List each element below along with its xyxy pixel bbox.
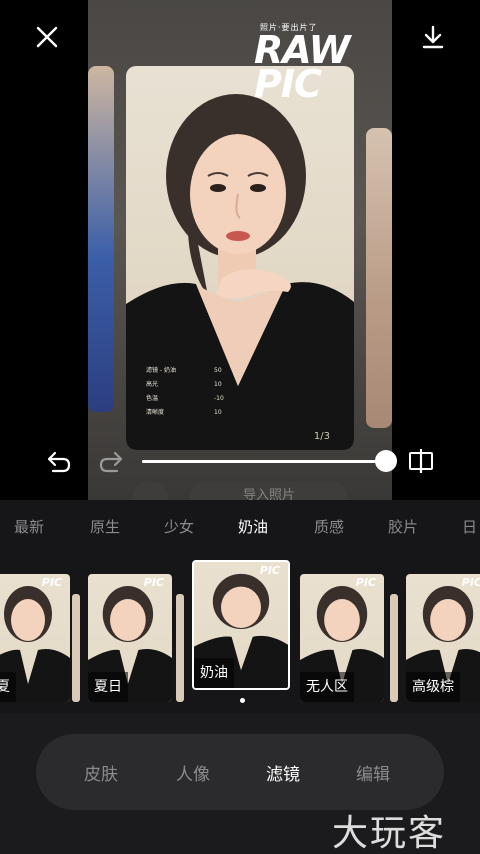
thumb-divider bbox=[72, 594, 80, 702]
filter-label: 高级棕 bbox=[406, 672, 460, 702]
next-photo-card[interactable] bbox=[366, 128, 392, 428]
undo-icon bbox=[47, 451, 71, 473]
filter-thumbnail-strip: PIC 夏 PIC 夏日 PIC 奶油 PIC 无人区 PIC 高级棕 bbox=[0, 554, 480, 714]
tab-latest[interactable]: 最新 bbox=[14, 516, 44, 537]
close-button[interactable] bbox=[32, 22, 62, 52]
photo-preview: 滤镜 - 奶油 50 高光 10 色温 -10 清晰度 10 1/3 照片·要出… bbox=[0, 0, 480, 500]
download-icon bbox=[422, 25, 444, 49]
filter-thumb-selected[interactable]: PIC 奶油 bbox=[192, 560, 290, 690]
compare-icon bbox=[409, 449, 433, 473]
compare-button[interactable] bbox=[406, 446, 436, 476]
menu-pill bbox=[132, 482, 168, 500]
thumb-divider bbox=[390, 594, 398, 702]
watermark: 大玩客 bbox=[332, 813, 447, 854]
nav-filter[interactable]: 滤镜 bbox=[266, 760, 300, 785]
info-row: 清晰度 10 bbox=[146, 406, 234, 420]
thumb-brand: PIC bbox=[41, 576, 62, 589]
tab-texture[interactable]: 质感 bbox=[314, 516, 344, 537]
close-icon bbox=[36, 26, 58, 48]
tab-girl[interactable]: 少女 bbox=[164, 516, 194, 537]
previous-photo-card[interactable] bbox=[88, 66, 114, 412]
info-label: 滤镜 - 奶油 bbox=[146, 367, 176, 374]
bottom-nav: 皮肤 人像 滤镜 编辑 bbox=[36, 734, 444, 810]
filter-thumb[interactable]: PIC 夏日 bbox=[88, 574, 172, 702]
thumb-brand: PIC bbox=[143, 576, 164, 589]
selected-dot-indicator bbox=[240, 698, 245, 703]
redo-button[interactable] bbox=[96, 446, 126, 476]
nav-edit[interactable]: 编辑 bbox=[356, 760, 390, 785]
info-value: 10 bbox=[214, 409, 222, 416]
filter-label: 夏 bbox=[0, 672, 16, 702]
bottom-panel: 皮肤 人像 滤镜 编辑 大玩客 bbox=[0, 714, 480, 854]
import-photo-button[interactable]: 导入照片 bbox=[190, 482, 348, 500]
info-label: 高光 bbox=[146, 381, 159, 388]
tab-japanese[interactable]: 日 bbox=[462, 516, 477, 537]
page-indicator: 1/3 bbox=[313, 431, 330, 442]
nav-skin[interactable]: 皮肤 bbox=[84, 760, 118, 785]
info-row: 滤镜 - 奶油 50 bbox=[146, 364, 234, 378]
filter-intensity-slider[interactable] bbox=[142, 449, 397, 473]
info-row: 高光 10 bbox=[146, 378, 234, 392]
brand-word-pic: PIC bbox=[254, 62, 322, 106]
tab-native[interactable]: 原生 bbox=[90, 516, 120, 537]
download-button[interactable] bbox=[418, 22, 448, 52]
thumb-brand: PIC bbox=[355, 576, 376, 589]
filter-thumb[interactable]: PIC 夏 bbox=[0, 574, 70, 702]
redo-icon bbox=[99, 451, 123, 473]
slider-knob[interactable] bbox=[375, 450, 397, 472]
tab-film[interactable]: 胶片 bbox=[388, 516, 418, 537]
filter-label: 无人区 bbox=[300, 672, 354, 702]
info-label: 色温 bbox=[146, 395, 159, 402]
thumb-brand: PIC bbox=[259, 564, 280, 577]
filter-thumb[interactable]: PIC 高级棕 bbox=[406, 574, 480, 702]
undo-button[interactable] bbox=[44, 446, 74, 476]
info-value: 50 bbox=[214, 367, 222, 374]
thumb-divider bbox=[176, 594, 184, 702]
filter-label: 奶油 bbox=[194, 658, 234, 688]
adjustment-info-list: 滤镜 - 奶油 50 高光 10 色温 -10 清晰度 10 bbox=[146, 364, 234, 420]
thumb-brand: PIC bbox=[461, 576, 480, 589]
filter-thumb[interactable]: PIC 无人区 bbox=[300, 574, 384, 702]
info-value: -10 bbox=[214, 395, 224, 402]
current-photo-card[interactable]: 滤镜 - 奶油 50 高光 10 色温 -10 清晰度 10 1/3 bbox=[126, 66, 354, 450]
slider-fill bbox=[142, 460, 386, 463]
filter-label: 夏日 bbox=[88, 672, 128, 702]
info-row: 色温 -10 bbox=[146, 392, 234, 406]
filter-category-tabs: 最新 原生 少女 奶油 质感 胶片 日 bbox=[0, 500, 480, 554]
brand-logo: 照片·要出片了 RAW PIC bbox=[254, 22, 364, 106]
info-label: 清晰度 bbox=[146, 409, 165, 416]
info-value: 10 bbox=[214, 381, 222, 388]
tab-cream[interactable]: 奶油 bbox=[238, 516, 268, 537]
nav-portrait[interactable]: 人像 bbox=[176, 760, 210, 785]
